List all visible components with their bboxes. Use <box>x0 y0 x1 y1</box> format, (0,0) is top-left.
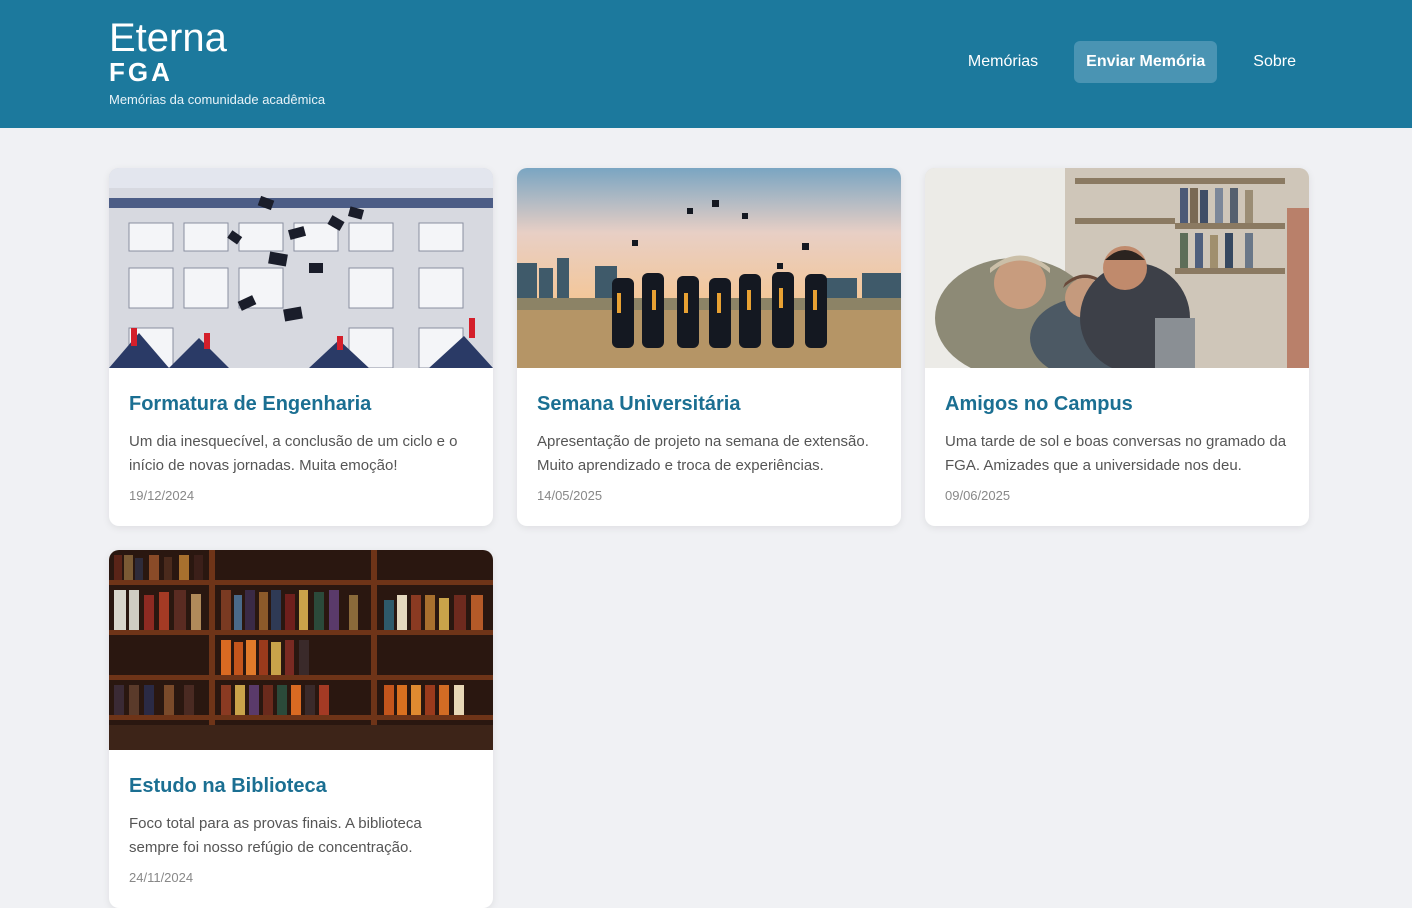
card-description: Uma tarde de sol e boas conversas no gra… <box>945 433 1287 474</box>
card-description: Apresentação de projeto na semana de ext… <box>537 433 869 474</box>
bookshelf-photo <box>109 550 493 750</box>
nav-link-memorias[interactable]: Memórias <box>956 41 1050 83</box>
card-date: 19/12/2024 <box>129 488 195 503</box>
main-nav: Memórias Enviar Memória Sobre <box>956 41 1308 83</box>
friends-laptop-library-photo <box>925 168 1309 368</box>
graduation-caps-building-photo <box>109 168 493 368</box>
memory-card[interactable]: Formatura de Engenharia Um dia inesquecí… <box>109 168 493 526</box>
memories-grid: Formatura de Engenharia Um dia inesquecí… <box>109 168 1309 908</box>
card-description: Um dia inesquecível, a conclusão de um c… <box>129 433 458 474</box>
card-date: 24/11/2024 <box>129 870 194 885</box>
card-description: Foco total para as provas finais. A bibl… <box>129 815 422 856</box>
graduates-sunset-photo <box>517 168 901 368</box>
brand-logo[interactable]: Eterna FGA Memórias da comunidade acadêm… <box>109 16 325 108</box>
card-date: 09/06/2025 <box>945 488 1011 503</box>
card-title: Amigos no Campus <box>945 393 1133 415</box>
memory-card[interactable]: Semana Universitária Apresentação de pro… <box>517 168 901 526</box>
memory-card[interactable]: Amigos no Campus Uma tarde de sol e boas… <box>925 168 1309 526</box>
brand-subtitle: FGA <box>109 57 173 87</box>
site-header: Eterna FGA Memórias da comunidade acadêm… <box>0 0 1412 128</box>
nav-link-enviar-memoria[interactable]: Enviar Memória <box>1074 41 1218 83</box>
card-title: Semana Universitária <box>537 393 741 415</box>
card-title: Estudo na Biblioteca <box>129 775 327 797</box>
brand-tagline: Memórias da comunidade acadêmica <box>109 92 326 107</box>
card-title: Formatura de Engenharia <box>129 393 372 415</box>
card-date: 14/05/2025 <box>537 488 603 503</box>
nav-link-sobre[interactable]: Sobre <box>1241 41 1308 83</box>
brand-title: Eterna <box>109 16 227 60</box>
memory-card[interactable]: Estudo na Biblioteca Foco total para as … <box>109 550 493 908</box>
